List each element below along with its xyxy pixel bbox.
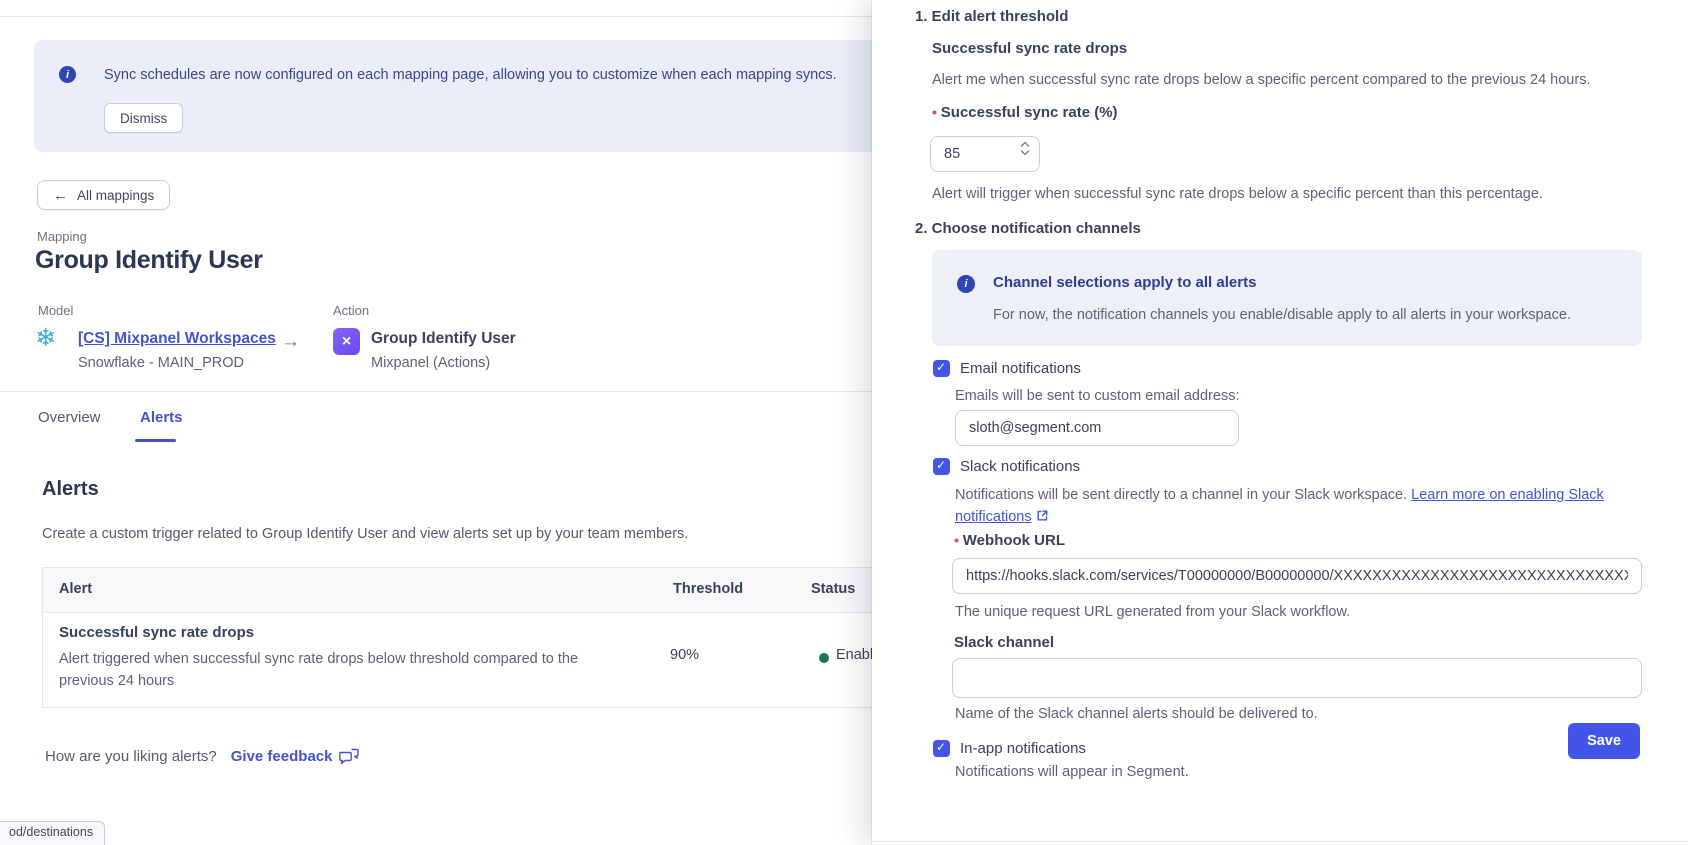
mixpanel-mark: × xyxy=(342,333,351,351)
email-helper: Emails will be sent to custom email addr… xyxy=(955,388,1239,404)
all-mappings-label: All mappings xyxy=(77,188,154,203)
feedback-question: How are you liking alerts? xyxy=(45,748,217,765)
action-label: Action xyxy=(333,303,369,318)
webhook-url-input[interactable] xyxy=(952,558,1642,594)
channels-callout: i Channel selections apply to all alerts… xyxy=(932,250,1642,346)
alert-row-description: Alert triggered when successful sync rat… xyxy=(59,648,619,692)
webhook-url-label: Webhook URL xyxy=(954,532,1065,549)
step1-heading: 1. Edit alert threshold xyxy=(915,8,1068,25)
step2-heading: 2. Choose notification channels xyxy=(915,220,1141,237)
inapp-notifications-checkbox[interactable] xyxy=(933,740,950,757)
external-link-icon xyxy=(1036,509,1049,522)
slack-notifications-row: Slack notifications xyxy=(933,458,1080,475)
info-icon: i xyxy=(957,275,975,293)
column-header-status: Status xyxy=(811,581,855,597)
dismiss-button[interactable]: Dismiss xyxy=(104,103,183,133)
inapp-description: Notifications will appear in Segment. xyxy=(955,764,1189,780)
model-label: Model xyxy=(38,303,73,318)
page: i Sync schedules are now configured on e… xyxy=(0,0,1688,845)
page-title: Group Identify User xyxy=(35,246,263,275)
give-feedback-label: Give feedback xyxy=(231,748,333,765)
slack-notifications-label: Slack notifications xyxy=(960,458,1080,475)
slack-description: Notifications will be sent directly to a… xyxy=(955,484,1655,528)
drawer-footer-divider xyxy=(872,841,1688,845)
flow-arrow-icon: → xyxy=(281,331,300,353)
model-name-link[interactable]: [CS] Mixpanel Workspaces xyxy=(78,330,276,348)
email-notifications-checkbox[interactable] xyxy=(933,360,950,377)
column-header-alert: Alert xyxy=(59,581,92,597)
mapping-eyebrow: Mapping xyxy=(37,229,87,244)
slack-description-text: Notifications will be sent directly to a… xyxy=(955,487,1411,503)
link-preview-tooltip: od/destinations xyxy=(0,821,105,845)
step1-description: Alert me when successful sync rate drops… xyxy=(932,72,1590,88)
inapp-notifications-label: In-app notifications xyxy=(960,740,1086,757)
back-arrow-icon: ← xyxy=(53,187,68,204)
alerts-heading: Alerts xyxy=(42,478,99,501)
alert-row-title: Successful sync rate drops xyxy=(59,624,254,641)
tab-alerts[interactable]: Alerts xyxy=(140,409,183,426)
all-mappings-button[interactable]: ← All mappings xyxy=(37,180,170,210)
email-notifications-row: Email notifications xyxy=(933,360,1081,377)
action-subtitle: Mixpanel (Actions) xyxy=(371,355,490,371)
model-subtitle: Snowflake - MAIN_PROD xyxy=(78,355,244,371)
mixpanel-icon: × xyxy=(333,328,360,355)
callout-title: Channel selections apply to all alerts xyxy=(993,274,1256,291)
email-notifications-label: Email notifications xyxy=(960,360,1081,377)
webhook-helper: The unique request URL generated from yo… xyxy=(955,604,1350,620)
stepper-buttons[interactable] xyxy=(1020,141,1030,156)
status-dot-icon xyxy=(819,653,829,663)
banner-message: Sync schedules are now configured on eac… xyxy=(104,67,837,83)
sync-rate-field-label: Successful sync rate (%) xyxy=(932,104,1118,121)
active-tab-indicator xyxy=(135,439,176,442)
stepper-up-icon xyxy=(1020,141,1030,147)
save-button[interactable]: Save xyxy=(1568,723,1640,759)
column-header-threshold: Threshold xyxy=(673,581,743,597)
feedback-row: How are you liking alerts? Give feedback xyxy=(45,748,359,765)
alert-row-threshold: 90% xyxy=(670,647,699,663)
tab-overview[interactable]: Overview xyxy=(38,409,101,426)
slack-channel-input[interactable] xyxy=(952,658,1642,698)
alert-settings-drawer: 1. Edit alert threshold Successful sync … xyxy=(872,0,1688,845)
alerts-description: Create a custom trigger related to Group… xyxy=(42,526,688,542)
slack-channel-label: Slack channel xyxy=(954,634,1054,651)
info-icon: i xyxy=(59,66,76,83)
inapp-notifications-row: In-app notifications xyxy=(933,740,1086,757)
give-feedback-link[interactable]: Give feedback xyxy=(231,748,360,765)
action-name: Group Identify User xyxy=(371,330,516,348)
slack-channel-helper: Name of the Slack channel alerts should … xyxy=(955,706,1318,722)
callout-body: For now, the notification channels you e… xyxy=(993,307,1571,323)
email-address-input[interactable] xyxy=(955,410,1239,446)
slack-notifications-checkbox[interactable] xyxy=(933,458,950,475)
stepper-down-icon xyxy=(1020,150,1030,156)
chat-bubbles-icon xyxy=(339,748,359,765)
step1-helper: Alert will trigger when successful sync … xyxy=(932,186,1543,202)
snowflake-icon: ❄ xyxy=(35,326,56,351)
step1-subtitle: Successful sync rate drops xyxy=(932,40,1127,57)
sync-rate-stepper xyxy=(930,136,1040,172)
